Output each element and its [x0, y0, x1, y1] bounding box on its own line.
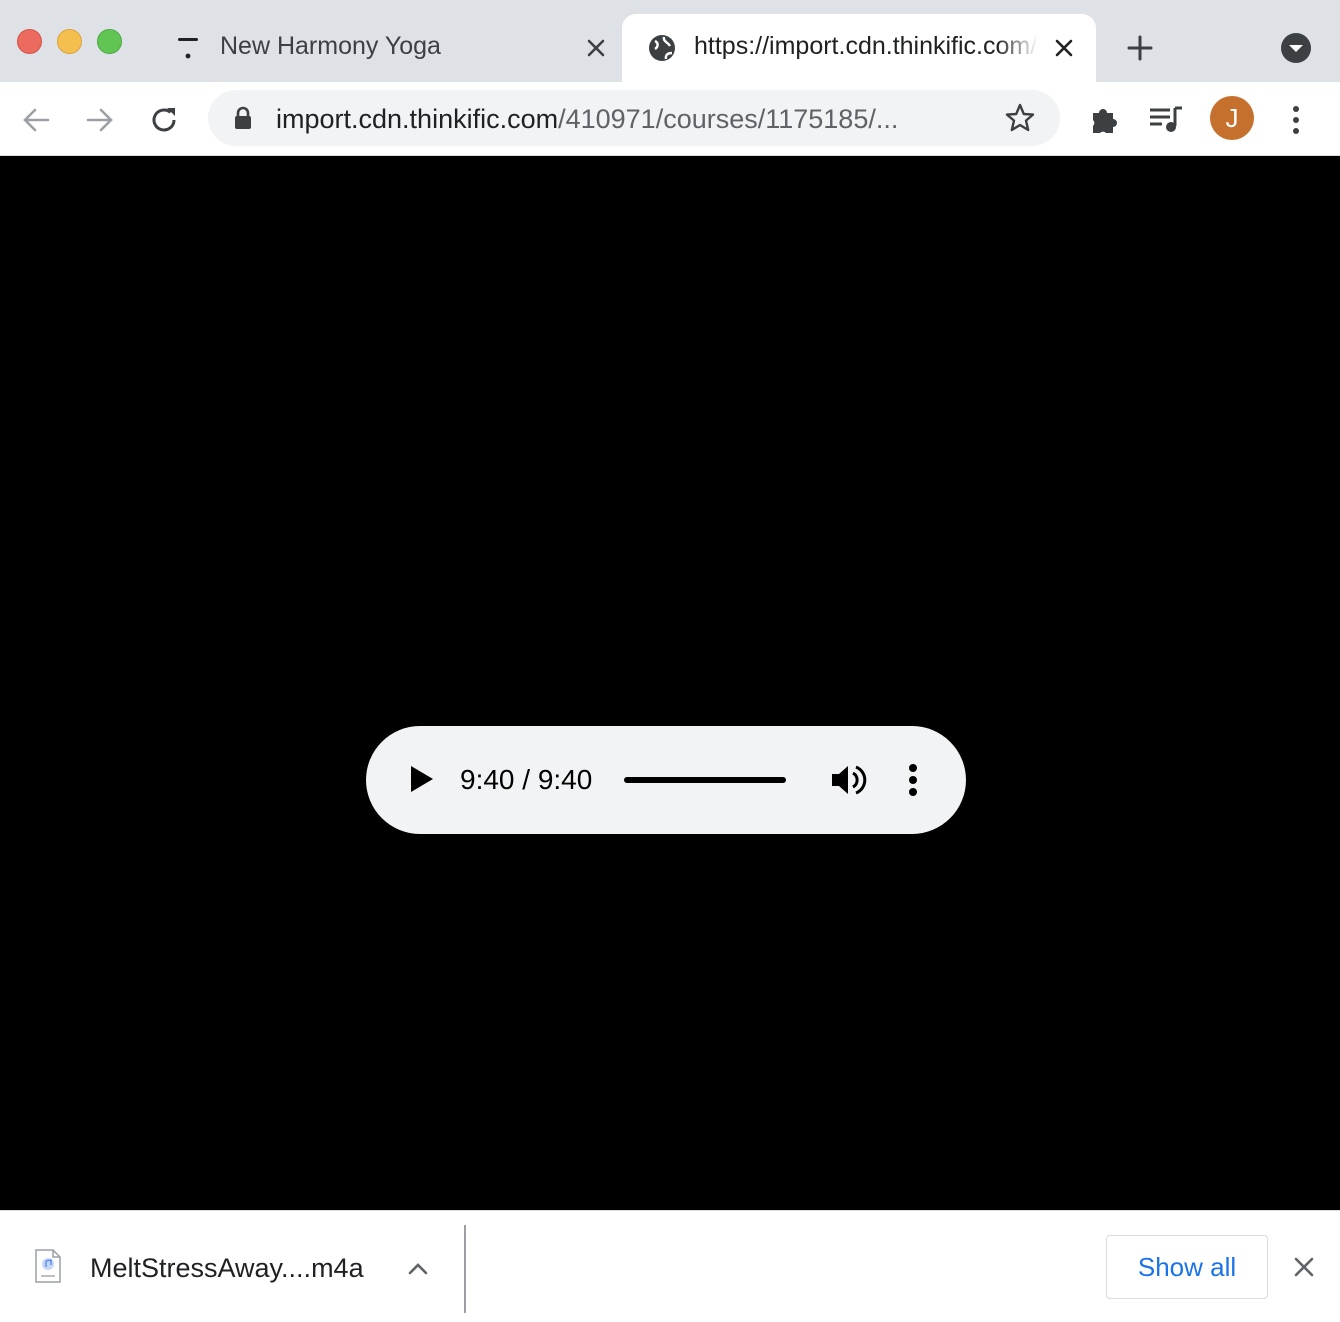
url-text[interactable]: import.cdn.thinkific.com/410971/courses/…	[276, 104, 976, 135]
download-file-name: MeltStressAway....m4a	[90, 1253, 364, 1283]
tab-thinkific-audio[interactable]: https://import.cdn.thinkific.com/410971/…	[622, 14, 1096, 82]
download-options-button[interactable]	[400, 1251, 436, 1287]
browser-menu-button[interactable]	[1276, 100, 1316, 140]
queue-music-icon	[1150, 106, 1182, 132]
media-controls-button[interactable]	[1146, 100, 1186, 140]
lock-icon[interactable]	[232, 106, 254, 135]
seek-slider[interactable]	[624, 777, 786, 783]
player-options-button[interactable]	[898, 760, 928, 800]
more-vertical-icon	[1293, 106, 1299, 134]
browser-toolbar: import.cdn.thinkific.com/410971/courses/…	[0, 82, 1340, 156]
window-minimize-button[interactable]	[57, 29, 82, 54]
audio-player: 9:40 / 9:40	[366, 726, 966, 834]
time-display: 9:40 / 9:40	[460, 764, 593, 795]
profile-avatar[interactable]: J	[1210, 96, 1254, 140]
download-item[interactable]: MeltStressAway....m4a	[0, 1211, 464, 1322]
back-button[interactable]	[16, 100, 56, 140]
puzzle-piece-icon	[1093, 109, 1117, 133]
bookmark-star-icon[interactable]	[1004, 102, 1036, 134]
site-favicon-icon	[174, 34, 202, 62]
tab-search-button[interactable]	[1278, 30, 1314, 66]
audio-file-icon	[34, 1249, 62, 1283]
download-bar: MeltStressAway....m4a Show all	[0, 1210, 1340, 1322]
close-icon	[1294, 1257, 1314, 1277]
tab-title: https://import.cdn.thinkific.com/410971/…	[694, 32, 1038, 60]
play-icon	[411, 766, 433, 792]
reload-button[interactable]	[144, 100, 184, 140]
volume-icon	[832, 765, 867, 795]
extensions-button[interactable]	[1084, 100, 1124, 140]
tab-new-harmony-yoga[interactable]: New Harmony Yoga	[160, 14, 620, 82]
arrow-left-icon	[23, 108, 50, 132]
address-bar[interactable]: import.cdn.thinkific.com/410971/courses/…	[208, 90, 1060, 146]
chevron-up-icon	[408, 1263, 428, 1275]
window-maximize-button[interactable]	[97, 29, 122, 54]
divider	[464, 1225, 466, 1313]
tab-strip: New Harmony Yoga https://import.cdn.thin…	[0, 0, 1340, 82]
url-domain: import.cdn.thinkific.com	[276, 104, 559, 134]
close-tab-icon[interactable]	[1048, 32, 1080, 64]
volume-button[interactable]	[828, 760, 868, 800]
more-vertical-icon	[909, 764, 917, 796]
new-tab-button[interactable]	[1120, 28, 1160, 68]
browser-window: New Harmony Yoga https://import.cdn.thin…	[0, 0, 1340, 1322]
plus-icon	[1127, 35, 1153, 61]
close-tab-icon[interactable]	[580, 32, 612, 64]
arrow-right-icon	[86, 108, 113, 132]
forward-button[interactable]	[80, 100, 120, 140]
page-content: 9:40 / 9:40	[0, 156, 1340, 1210]
globe-icon	[646, 32, 678, 64]
url-path: /410971/courses/1175185/...	[558, 104, 899, 134]
seek-progress-fill	[624, 777, 786, 783]
chevron-down-circle-icon	[1281, 33, 1311, 63]
show-all-button[interactable]: Show all	[1106, 1235, 1268, 1299]
tab-title: New Harmony Yoga	[220, 32, 441, 60]
close-download-bar-button[interactable]	[1286, 1249, 1322, 1285]
reload-icon	[152, 108, 176, 132]
window-close-button[interactable]	[17, 29, 42, 54]
play-button[interactable]	[404, 762, 438, 796]
